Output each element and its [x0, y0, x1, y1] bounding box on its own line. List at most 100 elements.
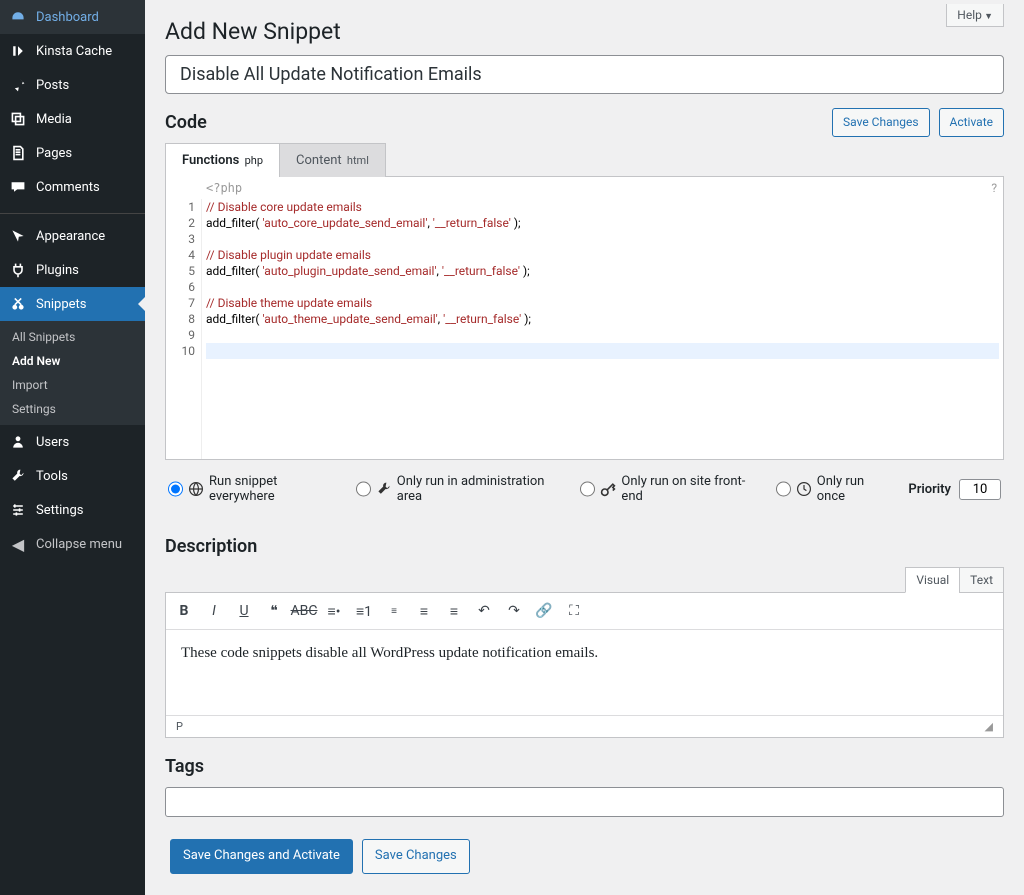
sidebar-label: Kinsta Cache — [36, 44, 112, 59]
code-line[interactable]: add_filter( 'auto_plugin_update_send_ema… — [206, 263, 999, 279]
toolbar-redo-icon[interactable]: ↷ — [502, 599, 526, 623]
snippet-name-input[interactable] — [165, 55, 1004, 94]
toolbar-quote-icon[interactable]: ❝ — [262, 599, 286, 623]
tags-section-heading: Tags — [165, 756, 1004, 777]
code-line[interactable]: // Disable core update emails — [206, 199, 999, 215]
snippets-icon — [8, 294, 28, 314]
save-changes-button-bottom[interactable]: Save Changes — [362, 839, 470, 874]
code-tab-content[interactable]: Content html — [279, 143, 386, 177]
toolbar-ul-icon[interactable]: ≡• — [322, 599, 346, 623]
line-number: 2 — [172, 215, 195, 231]
toolbar-italic-icon[interactable]: I — [202, 599, 226, 623]
code-line[interactable] — [206, 343, 999, 359]
sidebar-item-snippets[interactable]: Snippets — [0, 287, 145, 321]
sidebar-label: Comments — [36, 180, 100, 195]
toolbar-align-center-icon[interactable]: ≡ — [412, 599, 436, 623]
toolbar-undo-icon[interactable]: ↶ — [472, 599, 496, 623]
sidebar-item-settings[interactable]: Settings — [0, 493, 145, 527]
line-number: 6 — [172, 279, 195, 295]
submenu-item-import[interactable]: Import — [0, 373, 145, 397]
run-radio[interactable] — [356, 481, 371, 497]
sidebar-item-dashboard[interactable]: Dashboard — [0, 0, 145, 34]
help-label: Help — [957, 8, 982, 22]
page-title: Add New Snippet — [165, 18, 1004, 45]
sidebar-item-tools[interactable]: Tools — [0, 459, 145, 493]
priority-label: Priority — [908, 482, 951, 497]
sidebar-item-kinsta-cache[interactable]: Kinsta Cache — [0, 34, 145, 68]
priority-field: Priority — [908, 479, 1001, 500]
editor-help-icon[interactable]: ? — [991, 181, 997, 195]
sidebar-item-posts[interactable]: Posts — [0, 68, 145, 102]
sidebar-item-comments[interactable]: Comments — [0, 170, 145, 204]
toolbar-link-icon[interactable]: 🔗 — [532, 599, 556, 623]
help-tab[interactable]: Help — [946, 4, 1004, 27]
code-line[interactable]: add_filter( 'auto_theme_update_send_emai… — [206, 311, 999, 327]
desc-tab-visual[interactable]: Visual — [905, 567, 960, 593]
code-line[interactable]: add_filter( 'auto_core_update_send_email… — [206, 215, 999, 231]
run-option-label: Only run once — [817, 474, 891, 504]
code-lines[interactable]: // Disable core update emailsadd_filter(… — [202, 199, 1003, 459]
run-option-globe[interactable]: Run snippet everywhere — [168, 474, 338, 504]
toolbar-underline-icon[interactable]: U — [232, 599, 256, 623]
line-gutter: 12345678910 — [166, 199, 202, 459]
toolbar-ol-icon[interactable]: ≡1 — [352, 599, 376, 623]
run-option-wrench[interactable]: Only run in administration area — [356, 474, 563, 504]
description-tabs: VisualText — [165, 567, 1004, 593]
code-line[interactable] — [206, 327, 999, 343]
sidebar-item-users[interactable]: Users — [0, 425, 145, 459]
submenu-item-settings[interactable]: Settings — [0, 397, 145, 421]
toolbar-align-right-icon[interactable]: ≡ — [442, 599, 466, 623]
run-radio[interactable] — [580, 481, 595, 497]
description-content[interactable]: These code snippets disable all WordPres… — [166, 630, 1003, 715]
toolbar-expand-icon[interactable]: ⛶ — [562, 599, 586, 623]
code-line[interactable] — [206, 279, 999, 295]
toolbar-strike-icon[interactable]: ABC — [292, 599, 316, 623]
run-option-key[interactable]: Only run on site front-end — [580, 474, 757, 504]
settings-icon — [8, 500, 28, 520]
line-number: 10 — [172, 343, 195, 359]
sidebar-label: Media — [36, 112, 72, 127]
save-and-activate-button[interactable]: Save Changes and Activate — [170, 839, 353, 874]
sidebar-label: Plugins — [36, 263, 79, 278]
collapse-menu[interactable]: ◀ Collapse menu — [0, 527, 145, 561]
sidebar-item-pages[interactable]: Pages — [0, 136, 145, 170]
tags-input[interactable] — [165, 787, 1004, 817]
sidebar-label: Appearance — [36, 229, 105, 244]
code-line[interactable]: // Disable plugin update emails — [206, 247, 999, 263]
editor-statusbar: P ◢ — [166, 715, 1003, 737]
submenu-item-all-snippets[interactable]: All Snippets — [0, 325, 145, 349]
appearance-icon — [8, 226, 28, 246]
desc-tab-text[interactable]: Text — [959, 567, 1004, 593]
sidebar-label: Pages — [36, 146, 72, 161]
wrench-icon — [376, 481, 392, 497]
media-icon — [8, 109, 28, 129]
editor-body[interactable]: 12345678910 // Disable core update email… — [166, 199, 1003, 459]
code-tabs: Functions phpContent html — [165, 143, 1004, 177]
activate-button[interactable]: Activate — [939, 108, 1005, 137]
toolbar-align-left-icon[interactable]: ≡ — [382, 599, 406, 623]
save-changes-button[interactable]: Save Changes — [832, 108, 930, 137]
code-tab-functions[interactable]: Functions php — [165, 143, 280, 177]
sidebar-item-plugins[interactable]: Plugins — [0, 253, 145, 287]
sidebar-label: Dashboard — [36, 10, 99, 25]
code-editor[interactable]: ? <?php 12345678910 // Disable core upda… — [165, 177, 1004, 460]
tools-icon — [8, 466, 28, 486]
code-tab-main: Content — [296, 153, 342, 168]
sidebar-item-appearance[interactable]: Appearance — [0, 219, 145, 253]
admin-sidebar: Dashboard Kinsta Cache Posts Media Pages Comm… — [0, 0, 145, 895]
run-radio[interactable] — [776, 481, 791, 497]
resize-handle-icon[interactable]: ◢ — [985, 720, 993, 733]
code-line[interactable]: // Disable theme update emails — [206, 295, 999, 311]
code-tab-sub: php — [245, 154, 263, 167]
code-line[interactable] — [206, 231, 999, 247]
run-radio[interactable] — [168, 481, 183, 497]
priority-input[interactable] — [959, 479, 1001, 500]
toolbar-bold-icon[interactable]: B — [172, 599, 196, 623]
run-option-clock[interactable]: Only run once — [776, 474, 891, 504]
sidebar-item-media[interactable]: Media — [0, 102, 145, 136]
editor-php-open: <?php — [166, 177, 1003, 199]
submenu-item-add-new[interactable]: Add New — [0, 349, 145, 373]
comments-icon — [8, 177, 28, 197]
run-option-label: Only run in administration area — [397, 474, 563, 504]
pages-icon — [8, 143, 28, 163]
